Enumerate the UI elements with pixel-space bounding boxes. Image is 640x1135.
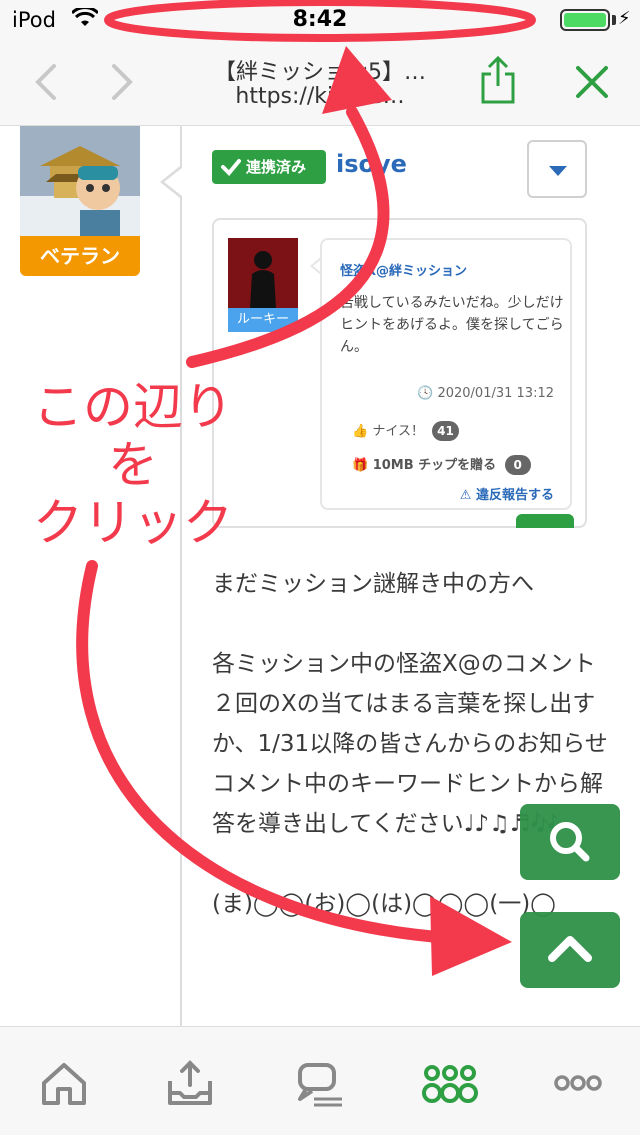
status-bar: iPod 8:42 ⚡ [0, 0, 640, 40]
battery-icon [560, 9, 610, 31]
share-icon[interactable] [478, 54, 518, 106]
search-button[interactable] [520, 804, 620, 880]
quoted-comment[interactable]: ルーキー 怪盗X@絆ミッション 苦戦しているみたいだね。少しだけヒントをあげるよ… [212, 218, 587, 528]
page-title: 【絆ミッション5】… [214, 60, 426, 85]
chip-gift-button[interactable]: 🎁 10MB チップを贈る 0 [352, 454, 531, 475]
chevron-up-icon [548, 936, 592, 962]
annotation-text-1: この辺り [33, 378, 233, 436]
quoted-rank-badge: ルーキー [228, 308, 298, 332]
linked-badge: 連携済み [212, 150, 326, 184]
clock: 8:42 [292, 7, 348, 32]
chip-label: 10MB チップを贈る [372, 458, 497, 473]
check-icon [221, 159, 241, 176]
page-url[interactable]: https://kin…e… [185, 84, 455, 109]
nice-button[interactable]: 👍 ナイス！ 41 [352, 420, 459, 441]
close-icon[interactable] [572, 62, 612, 102]
nice-count: 41 [432, 421, 459, 441]
bubble-tip-inner [164, 168, 182, 196]
comment-thread: ベテラン 連携済み isoye ルーキー 怪盗X@絆ミッション 苦戦しているみた… [0, 126, 640, 1026]
thread-line [180, 126, 182, 1026]
report-label: 違反報告する [475, 488, 554, 503]
more-icon[interactable] [552, 1059, 604, 1107]
post-paragraph: まだミッション謎解き中の方へ [212, 571, 534, 597]
avatar[interactable] [20, 126, 140, 236]
home-icon[interactable] [38, 1059, 90, 1107]
annotation-text-3: クリック [33, 494, 233, 552]
clock-icon: 🕓 [417, 386, 434, 401]
tab-bar [0, 1026, 640, 1135]
upload-tray-icon[interactable] [164, 1059, 216, 1107]
browser-toolbar: 【絆ミッション5】… https://kin…e… [0, 40, 640, 126]
chevron-right-icon[interactable] [100, 60, 140, 104]
battery-cap [612, 15, 616, 25]
username[interactable]: isoye [336, 150, 407, 178]
quoted-date: 🕓 2020/01/31 13:12 [417, 386, 554, 401]
linked-badge-label: 連携済み [246, 158, 307, 176]
quoted-date-text: 2020/01/31 13:12 [437, 386, 554, 401]
scroll-top-button[interactable] [520, 912, 620, 988]
quoted-body: 苦戦しているみたいだね。少しだけヒントをあげるよ。僕を探してごらん。 [340, 295, 564, 355]
quoted-avatar [228, 238, 298, 308]
gift-icon: 🎁 [352, 458, 369, 473]
chip-count: 0 [504, 455, 531, 475]
caret-down-icon [549, 166, 567, 176]
quoted-author[interactable]: 怪盗X@絆ミッション [340, 260, 467, 279]
chat-icon[interactable] [294, 1059, 346, 1107]
quoted-green-tab [516, 514, 574, 528]
chevron-left-icon[interactable] [28, 60, 68, 104]
warning-icon: ⚠ [459, 488, 472, 503]
thumbs-up-icon: 👍 [352, 424, 369, 439]
rank-badge: ベテラン [20, 236, 140, 276]
post-menu-button[interactable] [527, 140, 587, 198]
nice-label: ナイス！ [372, 424, 424, 439]
annotation-text-2: を [108, 436, 158, 494]
search-icon [550, 822, 590, 862]
quoted-bubble: 怪盗X@絆ミッション 苦戦しているみたいだね。少しだけヒントをあげるよ。僕を探し… [320, 238, 572, 510]
report-link[interactable]: ⚠ 違反報告する [460, 484, 554, 503]
charging-icon: ⚡ [618, 8, 631, 29]
community-icon[interactable] [420, 1059, 480, 1107]
